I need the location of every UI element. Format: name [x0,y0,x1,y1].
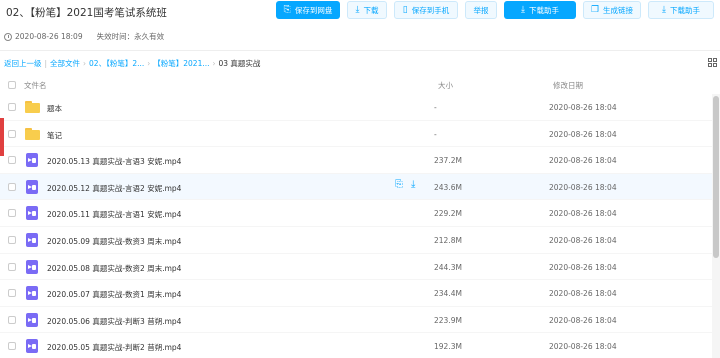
row-checkbox[interactable] [8,103,16,111]
file-name[interactable]: 2020.05.08 真题实战-数资2 周末.mp4 [47,263,181,274]
file-name[interactable]: 2020.05.09 真题实战-数资3 周末.mp4 [47,236,181,247]
file-size: 223.9M [434,315,462,325]
video-file-icon [26,312,38,327]
file-name[interactable]: 2020.05.13 真题实战-言语3 安妮.mp4 [47,156,181,167]
file-date: 2020-08-26 18:04 [549,129,617,139]
page-title: 02、【粉笔】2021国考笔试系统班 [6,7,167,19]
file-size: - [434,103,437,112]
file-size: 192.3M [434,342,462,352]
scrollbar-thumb[interactable] [713,96,719,258]
row-checkbox[interactable] [8,342,16,351]
file-date: 2020-08-26 18:04 [549,289,617,299]
download-button[interactable]: ⤓ 下载 [347,1,387,19]
row-checkbox[interactable] [8,129,16,138]
row-checkbox[interactable] [8,262,16,271]
file-size: 243.6M [434,182,462,192]
download-icon: ⤓ [355,4,360,15]
folder-icon [25,127,40,140]
download-icon: ⤓ [662,4,666,15]
row-checkbox[interactable] [8,156,16,165]
file-size: - [434,129,437,139]
download-icon: ⤓ [521,4,525,15]
file-date: 2020-08-26 18:04 [549,262,617,272]
file-name[interactable]: 2020.05.05 真题实战-判断2 苜朔.mp4 [47,342,181,353]
file-date: 2020-08-26 18:04 [549,182,617,192]
file-size: 237.2M [434,156,462,166]
file-date: 2020-08-26 18:04 [549,236,617,245]
file-row[interactable]: 2020.05.13 真题实战-言语3 安妮.mp4 237.2M 2020-08-… [0,147,712,174]
file-date: 2020-08-26 18:04 [549,342,617,352]
file-row[interactable]: 2020.05.08 真题实战-数资2 周末.mp4 244.3M 2020-08-… [0,254,712,281]
report-button[interactable]: 举报 [465,1,497,19]
video-file-icon [26,259,38,274]
video-file-icon [26,153,38,168]
column-size: 大小 [438,81,453,90]
video-file-icon [26,339,38,354]
video-file-icon [26,179,38,194]
select-all-checkbox[interactable] [8,81,16,89]
file-date: 2020-08-26 18:04 [549,156,617,166]
file-row[interactable]: 笔记 - 2020-08-26 18:04 [0,121,712,148]
all-files-link[interactable]: 全部文件 [50,58,80,69]
file-size: 244.3M [434,262,462,272]
video-file-icon [26,206,38,221]
side-tab[interactable] [0,118,4,156]
breadcrumb: 返回上一级 | 全部文件 › 02、【粉笔】2... › 【粉笔】2021...… [4,58,261,69]
created-time: 2020-08-26 18:09 [15,32,83,41]
file-name[interactable]: 2020.05.06 真题实战-判断3 苜朔.mp4 [47,316,181,327]
file-row[interactable]: 2020.05.11 真题实战-言语1 安妮.mp4 229.2M 2020-08-… [0,200,712,227]
save-to-disk-icon: ⎘ [283,4,291,15]
file-date: 2020-08-26 18:04 [549,103,617,112]
file-size: 229.2M [434,209,462,219]
download-helper-button[interactable]: ⤓ 下载助手 [504,1,576,19]
file-name[interactable]: 2020.05.12 真题实战-言语2 安妮.mp4 [47,183,181,194]
save-to-phone-button[interactable]: ▯ 保存到手机 [394,1,458,19]
video-file-icon [26,286,38,301]
file-size: 212.8M [434,236,462,245]
link-icon: ❐ [590,4,600,15]
file-row[interactable]: 题本 - 2020-08-26 18:04 [0,94,712,121]
column-header: 文件名 大小 修改日期 [0,76,720,94]
file-list: 题本 -2020-08-26 18:04 笔记 -2020-08-26 18:04 20… [0,94,712,358]
share-meta: 2020-08-26 18:09 失效时间：永久有效 [4,31,164,42]
file-row[interactable]: 2020.05.07 真题实战-数资1 周末.mp4 234.4M 2020-08-… [0,280,712,307]
file-name[interactable]: 题本 [47,103,62,114]
back-link[interactable]: 返回上一级 [4,58,42,69]
share-header: 02、【粉笔】2021国考笔试系统班 2020-08-26 18:09 失效时间… [0,0,720,52]
row-checkbox[interactable] [8,315,16,324]
row-actions: ⎘ ⤓ [395,179,423,190]
file-row[interactable]: 2020.05.09 真题实战-数资3 周末.mp4 212.8M 2020-08-… [0,227,712,254]
file-size: 234.4M [434,289,462,299]
row-checkbox[interactable] [8,236,16,244]
file-date: 2020-08-26 18:04 [549,315,617,325]
row-checkbox[interactable] [8,289,16,298]
column-date: 修改日期 [553,81,583,90]
file-name[interactable]: 2020.05.07 真题实战-数资1 周末.mp4 [47,289,181,300]
generate-link-button[interactable]: ❐ 生成链接 [583,1,641,19]
save-to-disk-icon[interactable]: ⎘ [395,179,403,190]
download-helper-button-2[interactable]: ⤓ 下载助手 [648,1,714,19]
grid-view-icon[interactable] [708,58,717,67]
phone-icon: ▯ [402,4,408,15]
folder-icon [25,101,40,113]
file-row[interactable]: 2020.05.12 真题实战-言语2 安妮.mp4 ⎘ ⤓ 243.6M 2020-0… [0,173,712,201]
breadcrumb-current: 03 真题实战 [218,59,261,68]
file-name[interactable]: 2020.05.11 真题实战-言语1 安妮.mp4 [47,209,181,220]
file-name[interactable]: 笔记 [47,130,62,141]
row-checkbox[interactable] [8,209,16,218]
row-checkbox[interactable] [8,182,16,191]
column-name: 文件名 [24,81,47,90]
header-divider [0,50,720,51]
download-icon[interactable]: ⤓ [411,179,415,190]
file-row[interactable]: 2020.05.05 真题实战-判断2 苜朔.mp4 192.3M 2020-08-… [0,333,712,358]
file-row[interactable]: 2020.05.06 真题实战-判断3 苜朔.mp4 223.9M 2020-08-… [0,307,712,334]
breadcrumb-level2[interactable]: 【粉笔】2021... [153,58,209,69]
clock-icon [4,32,12,41]
expiry-time: 失效时间：永久有效 [96,32,165,41]
file-date: 2020-08-26 18:04 [549,209,617,219]
save-to-disk-button[interactable]: ⎘ 保存到网盘 [276,1,340,19]
breadcrumb-level1[interactable]: 02、【粉笔】2... [89,58,144,69]
video-file-icon [26,233,38,247]
